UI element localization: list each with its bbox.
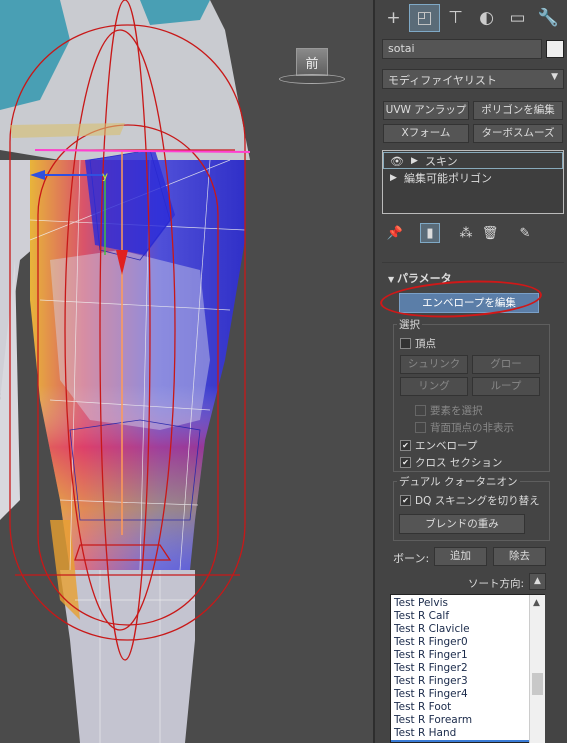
hierarchy-icon[interactable]: ⊤ [440,4,471,32]
collapse-icon: ▼ [388,275,397,284]
command-panel-tabs: + ◰ ⊤ ◐ ▭ 🔧 [378,4,564,32]
object-name-field[interactable]: sotai [382,39,542,59]
bone-list-item[interactable]: Test R Finger3 [391,675,544,688]
expand-arrow-icon[interactable]: ▶ [390,170,397,187]
bone-list-item[interactable]: Test R Finger0 [391,636,544,649]
cross-sections-checkbox[interactable]: ✔ クロス セクション [400,455,502,470]
make-unique-icon[interactable]: ⁂ [456,223,476,243]
checkbox-label: 背面頂点の非表示 [430,422,514,434]
checkbox-box[interactable] [415,422,426,433]
checkmark-icon[interactable]: ✔ [400,457,411,468]
stack-item-label: スキン [425,155,458,168]
remove-modifier-trash-icon[interactable]: 🗑 [480,223,500,243]
checkbox-label: クロス セクション [415,457,503,469]
shrink-button[interactable]: シュリンク [400,355,468,374]
bone-list-item[interactable]: Test R Finger1 [391,649,544,662]
bone-list-item[interactable]: Test R Calf [391,610,544,623]
stack-toolbar: 📌 ▮ ⁂ 🗑 ✎ [382,221,564,245]
checkbox-label: 要素を選択 [430,405,483,417]
bone-list-item[interactable]: Test R Finger2 [391,662,544,675]
sort-direction-label: ソート方向: [468,578,525,590]
remove-bone-button[interactable]: 除去 [493,547,546,566]
checkbox-label: 頂点 [415,338,436,350]
display-icon[interactable]: ▭ [502,4,533,32]
pin-stack-icon[interactable]: 📌 [385,223,405,243]
bone-list-item[interactable]: Test R Foot [391,701,544,714]
checkmark-icon[interactable]: ✔ [400,495,411,506]
grow-button[interactable]: グロー [472,355,540,374]
ring-button[interactable]: リング [400,377,468,396]
svg-text:y: y [102,171,108,182]
stack-item-label: 編集可能ポリゴン [404,172,492,185]
edit-poly-button[interactable]: ポリゴンを編集 [473,101,563,120]
dq-skinning-checkbox[interactable]: ✔ DQ スキニングを切り替え [400,493,540,508]
modify-icon[interactable]: ◰ [409,4,440,32]
expand-arrow-icon[interactable]: ▶ [411,153,418,170]
checkbox-box[interactable] [415,405,426,416]
checkbox-box[interactable] [400,338,411,349]
bone-list[interactable]: Test Pelvis Test R Calf Test R Clavicle Tes… [390,594,545,743]
bone-list-item[interactable]: Test R Clavicle [391,623,544,636]
blend-weights-button[interactable]: ブレンドの重み [399,514,525,534]
turbosmooth-button[interactable]: ターボスムーズ [473,124,563,143]
bone-list-item[interactable]: Test R Finger4 [391,688,544,701]
vertices-checkbox[interactable]: 頂点 [400,336,436,351]
motion-icon[interactable]: ◐ [471,4,502,32]
eye-icon[interactable]: 👁 [390,153,404,170]
envelopes-checkbox[interactable]: ✔ エンベロープ [400,438,477,453]
select-element-checkbox[interactable]: 要素を選択 [415,403,483,418]
viewcube-front-face[interactable]: 前 [296,48,328,76]
configure-sets-icon[interactable]: ✎ [515,223,535,243]
sort-up-icon[interactable]: ▲ [529,573,546,590]
bone-list-item[interactable]: Test R Hand [391,727,544,740]
checkmark-icon[interactable]: ✔ [400,440,411,451]
bone-list-scrollbar[interactable]: ▲ [529,595,545,743]
create-plus-icon[interactable]: + [378,4,409,32]
dual-quaternion-group-title: デュアル クォータニオン [397,474,520,489]
chevron-down-icon: ▼ [551,72,558,82]
backface-cull-checkbox[interactable]: 背面頂点の非表示 [415,420,514,435]
viewcube-ring[interactable] [279,74,345,84]
viewport-scene: y [0,0,373,743]
checkbox-label: エンベロープ [415,440,478,452]
stack-item-editable-poly[interactable]: ▶ 編集可能ポリゴン [383,170,563,187]
modifier-list-dropdown[interactable]: モディファイヤリスト ▼ [382,69,564,89]
scrollbar-thumb[interactable] [532,673,543,695]
object-color-swatch[interactable] [546,40,564,58]
xform-button[interactable]: Xフォーム [383,124,469,143]
utilities-wrench-icon[interactable]: 🔧 [533,4,564,32]
selection-group-title: 選択 [397,317,422,332]
bone-list-item[interactable]: Test R Forearm [391,714,544,727]
modifier-stack[interactable]: 👁 ▶ スキン ▶ 編集可能ポリゴン [382,150,564,214]
stack-item-skin[interactable]: 👁 ▶ スキン [383,152,563,169]
add-bone-button[interactable]: 追加 [434,547,487,566]
panel-divider [382,262,564,263]
loop-button[interactable]: ループ [472,377,540,396]
show-end-result-icon[interactable]: ▮ [420,223,440,243]
uvw-unwrap-button[interactable]: UVW アンラップ [383,101,469,120]
scroll-up-icon[interactable]: ▲ [533,598,540,608]
viewcube[interactable]: 前 [279,45,345,84]
viewport[interactable]: y 前 [0,0,373,743]
modifier-list-label: モディファイヤリスト [388,74,497,87]
bone-list-item[interactable]: Test Pelvis [391,597,544,610]
checkbox-label: DQ スキニングを切り替え [415,495,540,507]
bones-label: ボーン: [393,552,430,565]
